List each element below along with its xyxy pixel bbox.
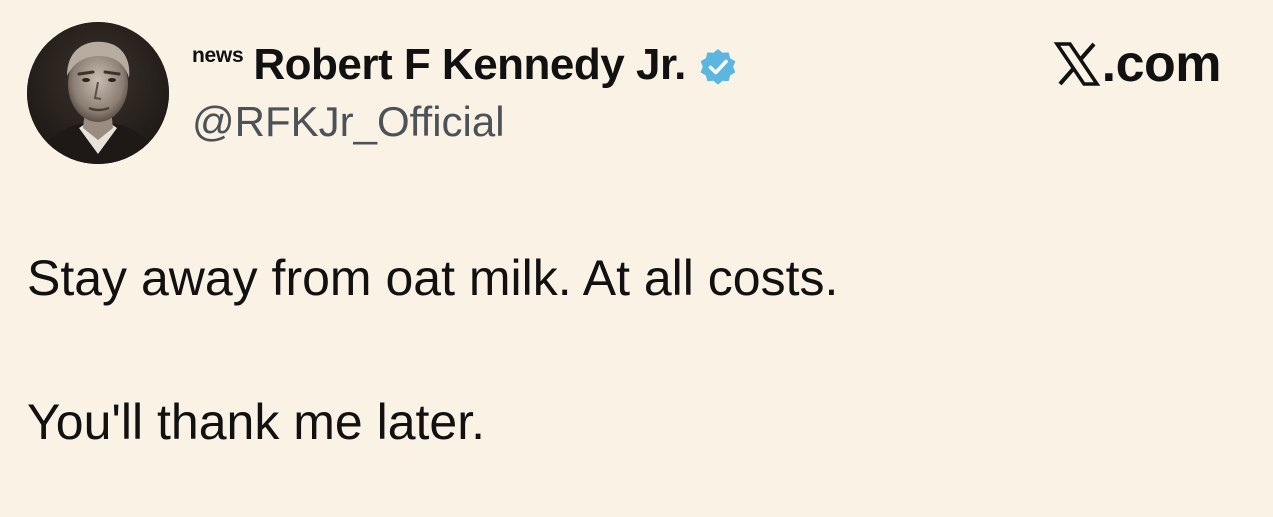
author-display-name[interactable]: Robert F Kennedy Jr. — [253, 40, 686, 90]
news-label: news — [192, 44, 244, 67]
avatar-portrait-image — [27, 22, 169, 164]
x-logo-icon — [1053, 40, 1101, 88]
x-com-logo: .com — [1053, 34, 1222, 94]
tweet-text-line: Stay away from oat milk. At all costs. — [27, 250, 839, 306]
x-domain-text: .com — [1101, 35, 1222, 93]
author-header: news Robert F Kennedy Jr. — [192, 38, 738, 92]
author-handle[interactable]: @RFKJr_Official — [192, 98, 505, 146]
tweet-text-line: You'll thank me later. — [27, 394, 485, 450]
avatar[interactable] — [27, 22, 169, 164]
tweet-card: news Robert F Kennedy Jr. @RFKJr_Officia… — [0, 0, 1273, 517]
tweet-body: Stay away from oat milk. At all costs. Y… — [27, 246, 1227, 454]
verified-badge-icon — [698, 47, 738, 87]
